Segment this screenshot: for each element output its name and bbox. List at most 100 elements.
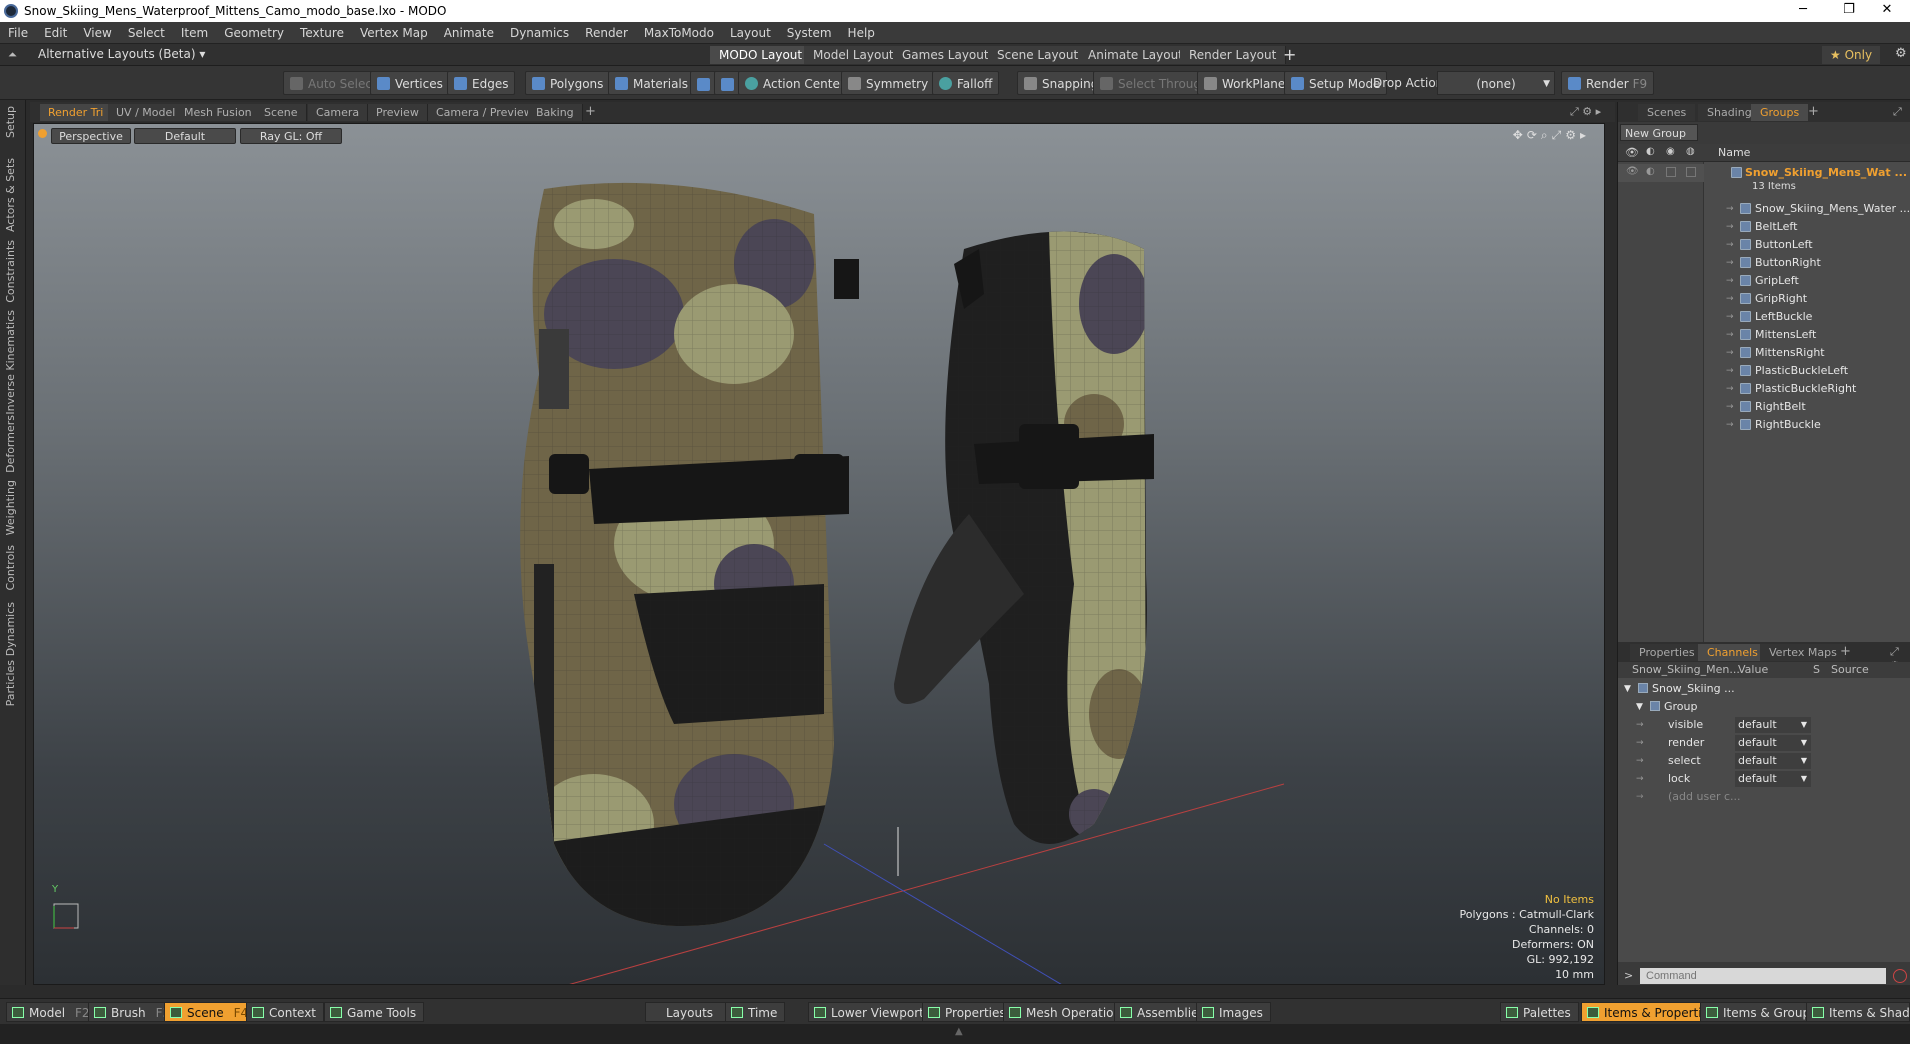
lower-viewports-button[interactable]: Lower Viewports: [808, 1002, 939, 1022]
add-viewport-tab-button[interactable]: +: [585, 104, 596, 119]
menu-item[interactable]: Item: [173, 26, 216, 40]
command-input[interactable]: [1640, 968, 1886, 984]
tab-channels[interactable]: Channels: [1698, 644, 1767, 661]
materials-button[interactable]: Materials: [608, 71, 696, 95]
pivot-select-button[interactable]: [714, 71, 741, 95]
menu-texture[interactable]: Texture: [292, 26, 352, 40]
tab-scene[interactable]: Scene: [256, 104, 307, 121]
select-column-icon[interactable]: ◉: [1666, 146, 1675, 157]
channel-row[interactable]: → visible default ▼: [1618, 716, 1910, 734]
channels-root-row[interactable]: ▼ Snow_Skiing ...: [1618, 680, 1910, 698]
group-item-row[interactable]: → PlasticBuckleLeft: [1618, 362, 1910, 380]
add-panel-tab-button[interactable]: +: [1808, 104, 1819, 119]
render-button[interactable]: Render F9: [1561, 71, 1655, 95]
menu-geometry[interactable]: Geometry: [216, 26, 292, 40]
tab-baking[interactable]: Baking: [528, 104, 583, 121]
context-button[interactable]: Context: [246, 1002, 325, 1022]
tab-model-layout[interactable]: Model Layout: [804, 46, 904, 64]
menu-maxtomodo[interactable]: MaxToModo: [636, 26, 722, 40]
tab-actors-sets[interactable]: Actors & Sets: [4, 158, 17, 232]
add-layout-button[interactable]: +: [1283, 45, 1296, 64]
menu-select[interactable]: Select: [120, 26, 173, 40]
root-select-checkbox[interactable]: [1666, 167, 1676, 177]
menu-edit[interactable]: Edit: [36, 26, 75, 40]
group-item-row[interactable]: → ButtonLeft: [1618, 236, 1910, 254]
properties-button[interactable]: Properties: [922, 1002, 1014, 1022]
tab-groups[interactable]: Groups: [1751, 104, 1809, 121]
model-button[interactable]: Model F2: [6, 1002, 98, 1022]
menu-vertex-map[interactable]: Vertex Map: [352, 26, 436, 40]
visibility-eye-icon[interactable]: 👁: [1625, 146, 1639, 159]
tab-properties[interactable]: Properties: [1630, 644, 1704, 661]
minimize-button[interactable]: ─: [1780, 0, 1826, 22]
vertices-button[interactable]: Vertices: [370, 71, 450, 95]
new-group-button[interactable]: New Group: [1620, 124, 1698, 141]
menu-layout[interactable]: Layout: [722, 26, 779, 40]
add-user-channel-row[interactable]: → (add user c...: [1618, 788, 1910, 806]
tab-scene-layout[interactable]: Scene Layout: [988, 46, 1089, 64]
group-item-row[interactable]: → RightBuckle: [1618, 416, 1910, 434]
root-lock-checkbox[interactable]: [1686, 167, 1696, 177]
root-render-icon[interactable]: ◐: [1646, 166, 1655, 177]
tab-mesh-fusion[interactable]: Mesh Fusion: [176, 104, 261, 121]
menu-dynamics[interactable]: Dynamics: [502, 26, 577, 40]
menu-render[interactable]: Render: [577, 26, 636, 40]
tab-render-layout[interactable]: Render Layout: [1180, 46, 1287, 64]
tab-inverse-kinematics[interactable]: Inverse Kinematics: [4, 310, 17, 415]
channel-value-dropdown[interactable]: default ▼: [1735, 771, 1811, 787]
time-button[interactable]: Time: [725, 1002, 786, 1022]
channel-row[interactable]: → lock default ▼: [1618, 770, 1910, 788]
item-select-button[interactable]: [690, 71, 717, 95]
group-item-row[interactable]: → GripRight: [1618, 290, 1910, 308]
tab-constraints[interactable]: Constraints: [4, 240, 17, 303]
group-item-row[interactable]: → MittensRight: [1618, 344, 1910, 362]
tab-render-tri[interactable]: Render Tri: [40, 104, 113, 121]
group-item-row[interactable]: → GripLeft: [1618, 272, 1910, 290]
panel-expand-icon[interactable]: ⤢: [1893, 105, 1902, 119]
polygons-button[interactable]: Polygons: [525, 71, 611, 95]
menu-help[interactable]: Help: [840, 26, 883, 40]
add-channels-tab-button[interactable]: +: [1840, 644, 1851, 659]
record-icon[interactable]: [1893, 969, 1907, 983]
tab-setup[interactable]: Setup: [4, 106, 17, 138]
auto-select-button[interactable]: Auto Select: [283, 71, 384, 95]
lock-column-icon[interactable]: ◍: [1686, 146, 1695, 157]
game-tools-button[interactable]: Game Tools: [324, 1002, 425, 1022]
render-column-icon[interactable]: ◐: [1646, 146, 1655, 157]
expand-triangle-icon[interactable]: ▼: [1636, 698, 1643, 716]
root-eye-icon[interactable]: 👁: [1626, 166, 1639, 177]
menu-view[interactable]: View: [75, 26, 119, 40]
channel-row[interactable]: → select default ▼: [1618, 752, 1910, 770]
channel-row[interactable]: → render default ▼: [1618, 734, 1910, 752]
group-item-row[interactable]: → LeftBuckle: [1618, 308, 1910, 326]
group-item-row[interactable]: → MittensLeft: [1618, 326, 1910, 344]
menu-file[interactable]: File: [0, 26, 36, 40]
3d-viewport[interactable]: Perspective Default Ray GL: Off ✥⟳⌕⤢⚙▸ Y…: [33, 123, 1605, 985]
tab-particles[interactable]: Particles: [4, 660, 17, 706]
channel-value-dropdown[interactable]: default ▼: [1735, 753, 1811, 769]
tab-controls[interactable]: Controls: [4, 545, 17, 591]
close-button[interactable]: ✕: [1864, 0, 1910, 22]
symmetry-button[interactable]: Symmetry: [841, 71, 936, 95]
tab-games-layout[interactable]: Games Layout: [893, 46, 999, 64]
tab-camera-preview[interactable]: Camera / Preview: [428, 104, 542, 121]
menu-animate[interactable]: Animate: [436, 26, 502, 40]
layout-up-icon[interactable]: ⏶: [8, 48, 17, 62]
falloff-button[interactable]: Falloff: [932, 71, 1000, 95]
expand-triangle-icon[interactable]: ▼: [1624, 680, 1631, 698]
edges-button[interactable]: Edges: [447, 71, 516, 95]
layouts-button[interactable]: Layouts: [645, 1002, 735, 1022]
tab-camera[interactable]: Camera: [308, 104, 369, 121]
tab-dynamics[interactable]: Dynamics: [4, 602, 17, 656]
tab-deformers[interactable]: Deformers: [4, 415, 17, 473]
layout-settings-gear-icon[interactable]: ⚙: [1895, 46, 1907, 61]
group-item-row[interactable]: → Snow_Skiing_Mens_Water ...: [1618, 200, 1910, 218]
images-button[interactable]: Images: [1196, 1002, 1271, 1022]
channel-value-dropdown[interactable]: default ▼: [1735, 735, 1811, 751]
action-center-button[interactable]: Action Center: [738, 71, 852, 95]
tab-preview[interactable]: Preview: [368, 104, 428, 121]
menu-system[interactable]: System: [779, 26, 840, 40]
drop-action-dropdown[interactable]: (none) ▼: [1437, 71, 1555, 95]
channels-group-row[interactable]: ▼ Group: [1618, 698, 1910, 716]
tab-modo-layout[interactable]: MODO Layout: [710, 46, 813, 64]
